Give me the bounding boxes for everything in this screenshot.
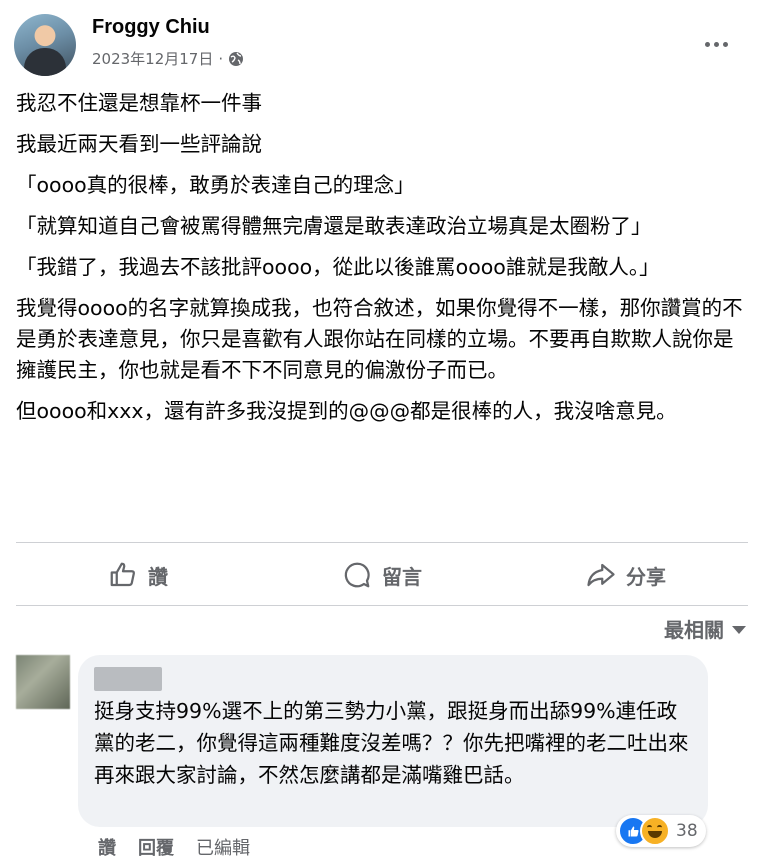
comment-bubble: 挺身支持99%選不上的第三勢力小黨，跟挺身而出舔99%連任政黨的老二，你覺得這兩…	[78, 655, 708, 827]
globe-icon	[228, 51, 244, 67]
post-actions: 讚 留言 分享	[16, 545, 748, 605]
post-body: 我忍不住還是想靠杯一件事 我最近兩天看到一些評論說 「oooo真的很棒，敢勇於表…	[16, 88, 744, 437]
actions-divider-bottom	[16, 605, 748, 606]
like-button[interactable]: 讚	[16, 545, 260, 605]
edited-label: 已編輯	[196, 838, 250, 859]
post-paragraph: 「我錯了，我過去不該批評oooo，從此以後誰罵oooo誰就是我敵人。」	[16, 255, 660, 279]
share-button[interactable]: 分享	[504, 545, 748, 605]
haha-icon	[640, 816, 670, 846]
comment-actions: 讚 回覆 已編輯	[98, 834, 250, 860]
sort-label: 最相關	[664, 618, 724, 642]
author-avatar[interactable]	[14, 14, 76, 76]
commenter-name-redacted[interactable]	[94, 667, 162, 691]
comment-label: 留言	[382, 564, 422, 589]
reaction-count: 38	[676, 821, 698, 841]
meta-separator: ·	[218, 49, 224, 68]
comment-bubble-icon	[344, 562, 370, 588]
post-paragraph: 我覺得oooo的名字就算換成我，也符合敘述，如果你覺得不一樣，那你讚賞的不是勇於…	[16, 296, 743, 382]
caret-down-icon	[732, 626, 746, 634]
post-paragraph: 我忍不住還是想靠杯一件事	[16, 91, 262, 115]
post-paragraph: 我最近兩天看到一些評論說	[16, 132, 262, 156]
author-name[interactable]: Froggy Chiu	[92, 16, 210, 39]
post-paragraph: 「oooo真的很棒，敢勇於表達自己的理念」	[16, 173, 415, 197]
like-label: 讚	[148, 564, 168, 589]
post-date[interactable]: 2023年12月17日	[92, 48, 213, 69]
more-options-button[interactable]	[698, 26, 734, 62]
comment-text: 挺身支持99%選不上的第三勢力小黨，跟挺身而出舔99%連任政黨的老二，你覺得這兩…	[94, 699, 689, 787]
post-header: Froggy Chiu 2023年12月17日 ·	[14, 14, 748, 76]
post-meta: 2023年12月17日 ·	[92, 48, 244, 69]
comment-like-button[interactable]: 讚	[98, 834, 116, 860]
share-arrow-icon	[587, 563, 615, 587]
commenter-avatar[interactable]	[16, 655, 70, 709]
thumbs-up-icon	[110, 562, 135, 587]
comment-button[interactable]: 留言	[260, 545, 504, 605]
actions-divider-top	[16, 542, 748, 543]
post-paragraph: 但oooo和xxx，還有許多我沒提到的@@@都是很棒的人，我沒啥意見。	[16, 399, 677, 423]
comment-reply-button[interactable]: 回覆	[138, 834, 174, 860]
share-label: 分享	[626, 564, 666, 589]
comment-sort-dropdown[interactable]: 最相關	[664, 614, 746, 643]
comment-reactions[interactable]: 38	[616, 815, 706, 847]
more-icon	[704, 41, 710, 47]
post-paragraph: 「就算知道自己會被罵得體無完膚還是敢表達政治立場真是太圈粉了」	[16, 214, 652, 238]
